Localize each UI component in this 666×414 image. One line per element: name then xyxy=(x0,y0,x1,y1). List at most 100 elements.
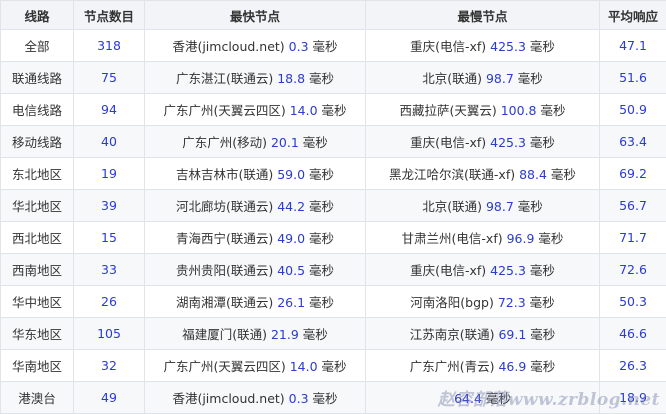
line-cell: 华南地区 xyxy=(0,349,74,382)
avg-response-cell: 69.2 xyxy=(599,157,666,190)
unit-label: 毫秒 xyxy=(321,359,347,374)
header-node-count: 节点数目 xyxy=(73,0,145,30)
fastest-node-name: 广东广州(移动) xyxy=(182,135,267,150)
table-body: 全部 318 香港(jimcloud.net) 0.3 毫秒 重庆(电信-xf) 42… xyxy=(0,29,666,414)
node-count-cell: 32 xyxy=(73,349,145,382)
fastest-node-ms: 44.2 xyxy=(277,199,306,214)
avg-response-cell: 50.9 xyxy=(599,93,666,126)
fastest-node-cell: 福建厦门(联通) 21.9 毫秒 xyxy=(144,317,366,350)
fastest-node-ms: 59.0 xyxy=(277,167,306,182)
slowest-node-ms: 100.8 xyxy=(500,103,537,118)
slowest-node-ms: 425.3 xyxy=(490,263,526,278)
slowest-node-ms: 69.1 xyxy=(498,327,527,342)
unit-label: 毫秒 xyxy=(485,391,511,406)
unit-label: 毫秒 xyxy=(309,295,335,310)
avg-response-cell: 56.7 xyxy=(599,189,666,222)
slowest-node-cell: 甘肃兰州(电信-xf) 96.9 毫秒 xyxy=(365,221,600,254)
unit-label: 毫秒 xyxy=(530,327,556,342)
table-row: 华中地区 26 湖南湘潭(联通云) 26.1 毫秒 河南洛阳(bgp) 72.3 毫秒… xyxy=(0,285,666,318)
unit-label: 毫秒 xyxy=(517,199,543,214)
slowest-node-ms: 98.7 xyxy=(485,199,514,214)
slowest-node-name: 江苏南京(联通) xyxy=(409,327,495,342)
fastest-node-name: 贵州贵阳(联通云) xyxy=(175,263,274,278)
slowest-node-name: 西藏拉萨(天翼云) xyxy=(399,103,497,118)
line-cell: 华中地区 xyxy=(0,285,74,318)
slowest-node-cell: 河南洛阳(bgp) 72.3 毫秒 xyxy=(365,285,600,318)
line-cell: 西北地区 xyxy=(0,221,74,254)
slowest-node-name: 重庆(电信-xf) xyxy=(410,263,487,278)
fastest-node-cell: 香港(jimcloud.net) 0.3 毫秒 xyxy=(144,381,366,414)
unit-label: 毫秒 xyxy=(550,167,576,182)
unit-label: 毫秒 xyxy=(309,231,335,246)
avg-response-cell: 63.4 xyxy=(599,125,666,158)
unit-label: 毫秒 xyxy=(312,391,338,406)
line-cell: 全部 xyxy=(0,29,74,62)
unit-label: 毫秒 xyxy=(529,295,555,310)
slowest-node-name: 黑龙江哈尔滨(联通-xf) xyxy=(389,167,516,182)
slowest-node-ms: 98.7 xyxy=(485,71,514,86)
fastest-node-name: 湖南湘潭(联通云) xyxy=(175,295,274,310)
fastest-node-cell: 青海西宁(联通云) 49.0 毫秒 xyxy=(144,221,366,254)
fastest-node-ms: 26.1 xyxy=(277,295,306,310)
header-avg-response: 平均响应 xyxy=(599,0,666,30)
line-cell: 华北地区 xyxy=(0,189,74,222)
unit-label: 毫秒 xyxy=(309,199,335,214)
unit-label: 毫秒 xyxy=(309,167,335,182)
line-cell: 东北地区 xyxy=(0,157,74,190)
slowest-node-cell: 重庆(电信-xf) 425.3 毫秒 xyxy=(365,29,600,62)
table-row: 西南地区 33 贵州贵阳(联通云) 40.5 毫秒 重庆(电信-xf) 425.3 毫… xyxy=(0,253,666,286)
table-row: 港澳台 49 香港(jimcloud.net) 0.3 毫秒 64.4 毫秒 18.9 xyxy=(0,381,666,414)
fastest-node-name: 香港(jimcloud.net) xyxy=(172,39,285,54)
slowest-node-cell: 西藏拉萨(天翼云) 100.8 毫秒 xyxy=(365,93,600,126)
line-cell: 联通线路 xyxy=(0,61,74,94)
table-row: 华北地区 39 河北廊坊(联通云) 44.2 毫秒 北京(联通) 98.7 毫秒 56.… xyxy=(0,189,666,222)
slowest-node-name: 重庆(电信-xf) xyxy=(410,135,487,150)
table-row: 东北地区 19 吉林吉林市(联通) 59.0 毫秒 黑龙江哈尔滨(联通-xf) 88.… xyxy=(0,157,666,190)
slowest-node-cell: 北京(联通) 98.7 毫秒 xyxy=(365,189,600,222)
fastest-node-name: 广东广州(天翼云四区) xyxy=(163,103,286,118)
table-row: 全部 318 香港(jimcloud.net) 0.3 毫秒 重庆(电信-xf) 42… xyxy=(0,29,666,62)
avg-response-cell: 18.9 xyxy=(599,381,666,414)
fastest-node-ms: 0.3 xyxy=(288,39,309,54)
table-row: 西北地区 15 青海西宁(联通云) 49.0 毫秒 甘肃兰州(电信-xf) 96.9 … xyxy=(0,221,666,254)
fastest-node-cell: 河北廊坊(联通云) 44.2 毫秒 xyxy=(144,189,366,222)
node-count-cell: 39 xyxy=(73,189,145,222)
slowest-node-cell: 广东广州(青云) 46.9 毫秒 xyxy=(365,349,600,382)
fastest-node-cell: 吉林吉林市(联通) 59.0 毫秒 xyxy=(144,157,366,190)
fastest-node-ms: 14.0 xyxy=(289,359,318,374)
node-count-cell: 40 xyxy=(73,125,145,158)
fastest-node-ms: 14.0 xyxy=(289,103,318,118)
table-header-row: 线路 节点数目 最快节点 最慢节点 平均响应 xyxy=(0,0,666,30)
node-count-cell: 15 xyxy=(73,221,145,254)
header-fastest-node: 最快节点 xyxy=(144,0,366,30)
slowest-node-ms: 64.4 xyxy=(454,391,482,406)
table-row: 电信线路 94 广东广州(天翼云四区) 14.0 毫秒 西藏拉萨(天翼云) 100.8… xyxy=(0,93,666,126)
header-slowest-node: 最慢节点 xyxy=(365,0,600,30)
node-count-cell: 26 xyxy=(73,285,145,318)
slowest-node-name: 北京(联通) xyxy=(422,199,482,214)
line-cell: 电信线路 xyxy=(0,93,74,126)
fastest-node-ms: 20.1 xyxy=(270,135,299,150)
fastest-node-name: 吉林吉林市(联通) xyxy=(175,167,274,182)
unit-label: 毫秒 xyxy=(529,39,555,54)
node-count-cell: 49 xyxy=(73,381,145,414)
table-row: 华南地区 32 广东广州(天翼云四区) 14.0 毫秒 广东广州(青云) 46.9 毫… xyxy=(0,349,666,382)
node-count-cell: 105 xyxy=(73,317,145,350)
avg-response-cell: 72.6 xyxy=(599,253,666,286)
unit-label: 毫秒 xyxy=(517,71,543,86)
slowest-node-name: 甘肃兰州(电信-xf) xyxy=(401,231,503,246)
slowest-node-ms: 88.4 xyxy=(519,167,547,182)
fastest-node-name: 青海西宁(联通云) xyxy=(175,231,274,246)
unit-label: 毫秒 xyxy=(309,263,335,278)
header-line: 线路 xyxy=(0,0,74,30)
node-latency-table: 线路 节点数目 最快节点 最慢节点 平均响应 全部 318 香港(jimcloud.… xyxy=(0,0,666,414)
node-count-cell: 94 xyxy=(73,93,145,126)
fastest-node-cell: 香港(jimcloud.net) 0.3 毫秒 xyxy=(144,29,366,62)
slowest-node-ms: 96.9 xyxy=(506,231,535,246)
fastest-node-ms: 40.5 xyxy=(277,263,306,278)
slowest-node-name: 广东广州(青云) xyxy=(409,359,495,374)
fastest-node-name: 福建厦门(联通) xyxy=(182,327,267,342)
unit-label: 毫秒 xyxy=(529,263,555,278)
table-row: 移动线路 40 广东广州(移动) 20.1 毫秒 重庆(电信-xf) 425.3 毫秒… xyxy=(0,125,666,158)
slowest-node-ms: 46.9 xyxy=(498,359,527,374)
